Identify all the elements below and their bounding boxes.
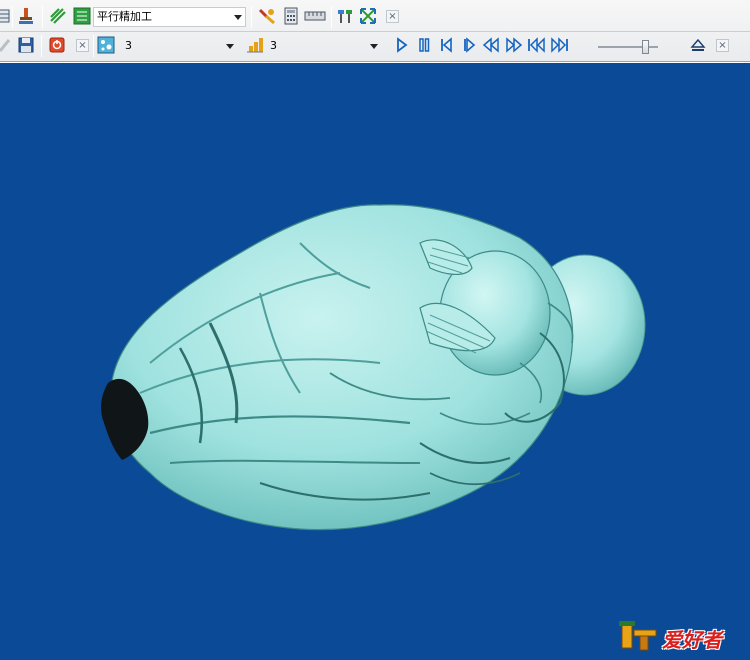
texture-icon[interactable] bbox=[96, 35, 116, 55]
undo-icon[interactable] bbox=[0, 35, 14, 55]
simulation-combo-a[interactable]: 3 bbox=[121, 36, 238, 56]
toolbar-row-top: 平行精加工 × bbox=[0, 3, 750, 31]
save-icon[interactable] bbox=[16, 35, 36, 55]
chevron-down-icon[interactable] bbox=[226, 44, 234, 49]
simulation-combo-b[interactable]: 3 bbox=[266, 36, 382, 56]
strategy-combo[interactable]: 平行精加工 bbox=[93, 7, 246, 27]
tool-stack-icon[interactable] bbox=[245, 35, 265, 55]
tool-edit-icon[interactable] bbox=[257, 6, 277, 26]
eject-icon[interactable] bbox=[688, 35, 708, 55]
slider-thumb[interactable] bbox=[642, 40, 649, 54]
pause-icon[interactable] bbox=[414, 35, 434, 55]
woodwork-logo-icon bbox=[619, 621, 657, 651]
slider-track bbox=[598, 46, 658, 48]
toolpath-tools-icon[interactable] bbox=[335, 6, 355, 26]
simulation-combo-b-value: 3 bbox=[270, 39, 277, 52]
chevron-down-icon[interactable] bbox=[234, 15, 242, 20]
simulation-combo-a-value: 3 bbox=[125, 39, 132, 52]
toolbar-row-bottom: × 3 3 × bbox=[0, 31, 750, 59]
close-icon[interactable]: × bbox=[716, 39, 729, 52]
simulation-viewport[interactable]: 爱好者 bbox=[0, 63, 750, 660]
grid-icon[interactable] bbox=[0, 6, 12, 26]
speed-slider[interactable] bbox=[598, 40, 658, 54]
skip-to-start-icon[interactable] bbox=[527, 35, 547, 55]
fast-forward-icon[interactable] bbox=[504, 35, 524, 55]
calculator-icon[interactable] bbox=[281, 6, 301, 26]
toolpath-list-icon[interactable] bbox=[72, 6, 92, 26]
ruler-icon[interactable] bbox=[304, 6, 326, 26]
stop-icon[interactable] bbox=[47, 35, 67, 55]
chevron-down-icon[interactable] bbox=[370, 44, 378, 49]
model-render bbox=[101, 204, 646, 531]
step-back-icon[interactable] bbox=[436, 35, 456, 55]
close-icon[interactable]: × bbox=[76, 39, 89, 52]
watermark-logo: 爱好者 bbox=[618, 618, 742, 654]
step-forward-icon[interactable] bbox=[459, 35, 479, 55]
strategy-combo-value: 平行精加工 bbox=[97, 10, 152, 23]
watermark-text: 爱好者 bbox=[662, 628, 722, 652]
model-body bbox=[109, 204, 574, 531]
close-icon[interactable]: × bbox=[386, 10, 399, 23]
skip-to-end-icon[interactable] bbox=[550, 35, 570, 55]
toolpath-icon[interactable] bbox=[48, 6, 68, 26]
toolbar-area: 平行精加工 × × 3 3 × bbox=[0, 0, 750, 62]
rewind-icon[interactable] bbox=[481, 35, 501, 55]
tool-holder-icon[interactable] bbox=[16, 6, 36, 26]
expand-arrows-icon[interactable] bbox=[358, 6, 378, 26]
play-icon[interactable] bbox=[391, 35, 411, 55]
